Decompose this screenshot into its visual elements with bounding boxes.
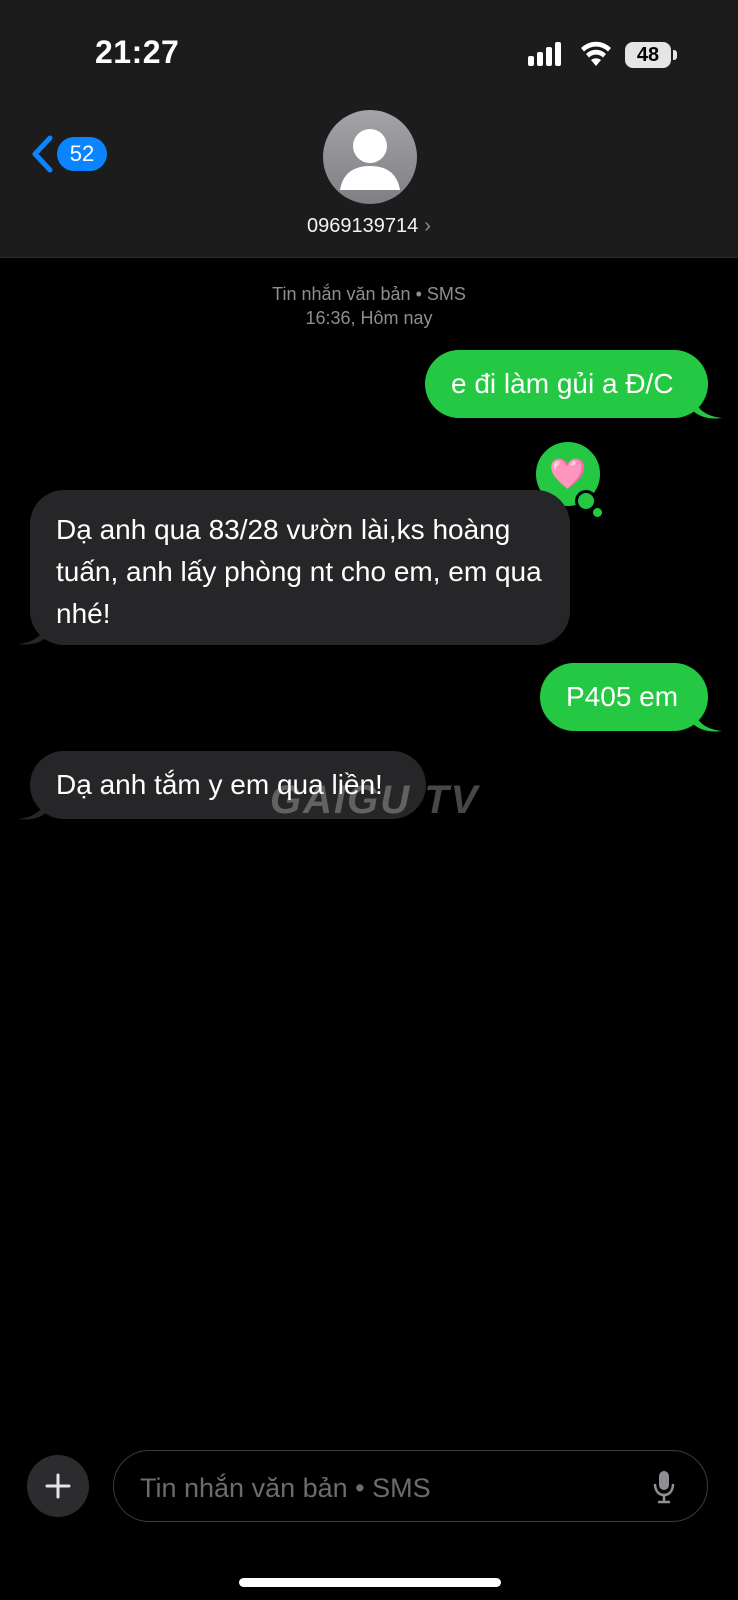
reaction-bubble-dot-small <box>593 508 602 517</box>
bubble-tail <box>18 795 48 820</box>
microphone-icon[interactable] <box>652 1470 676 1504</box>
outgoing-message-bubble[interactable]: P405 em <box>540 663 708 731</box>
contact-name-button[interactable]: 0969139714 › <box>0 215 738 238</box>
unread-count-badge: 52 <box>57 137 107 171</box>
bubble-tail <box>692 707 722 732</box>
message-text: e đi làm gủi a Đ/C <box>451 368 674 399</box>
outgoing-message-bubble[interactable]: e đi làm gủi a Đ/C <box>425 350 708 418</box>
message-service-label: Tin nhắn văn bản • SMS <box>272 284 466 304</box>
contact-number: 0969139714 <box>307 215 419 237</box>
contact-avatar[interactable] <box>323 110 417 204</box>
message-text: P405 em <box>566 681 679 712</box>
wifi-icon <box>581 41 611 66</box>
message-text: Dạ anh qua 83/28 vườn lài,ks hoàng tuấn,… <box>56 514 542 629</box>
message-timestamp: 16:36, Hôm nay <box>305 308 433 328</box>
bubble-tail <box>18 620 48 645</box>
back-button[interactable]: 52 <box>30 133 116 175</box>
chevron-right-icon: › <box>424 215 431 237</box>
conversation-header: 21:27 48 52 0969139714 › <box>0 0 738 258</box>
chevron-left-icon <box>32 135 53 173</box>
bubble-tail <box>692 394 722 419</box>
person-icon <box>340 129 400 190</box>
incoming-message-bubble[interactable]: Dạ anh qua 83/28 vườn lài,ks hoàng tuấn,… <box>30 490 570 645</box>
cellular-signal-icon <box>528 42 561 66</box>
battery-nub <box>673 50 677 60</box>
message-input[interactable] <box>138 1451 642 1525</box>
message-composer <box>113 1450 708 1525</box>
pink-heart-icon: 🩷 <box>549 457 587 491</box>
battery-indicator: 48 <box>625 42 671 68</box>
plus-icon <box>45 1473 71 1499</box>
watermark: GAIGU TV <box>270 778 480 822</box>
status-time: 21:27 <box>95 34 180 70</box>
home-indicator <box>239 1578 501 1587</box>
add-attachment-button[interactable] <box>27 1455 89 1517</box>
